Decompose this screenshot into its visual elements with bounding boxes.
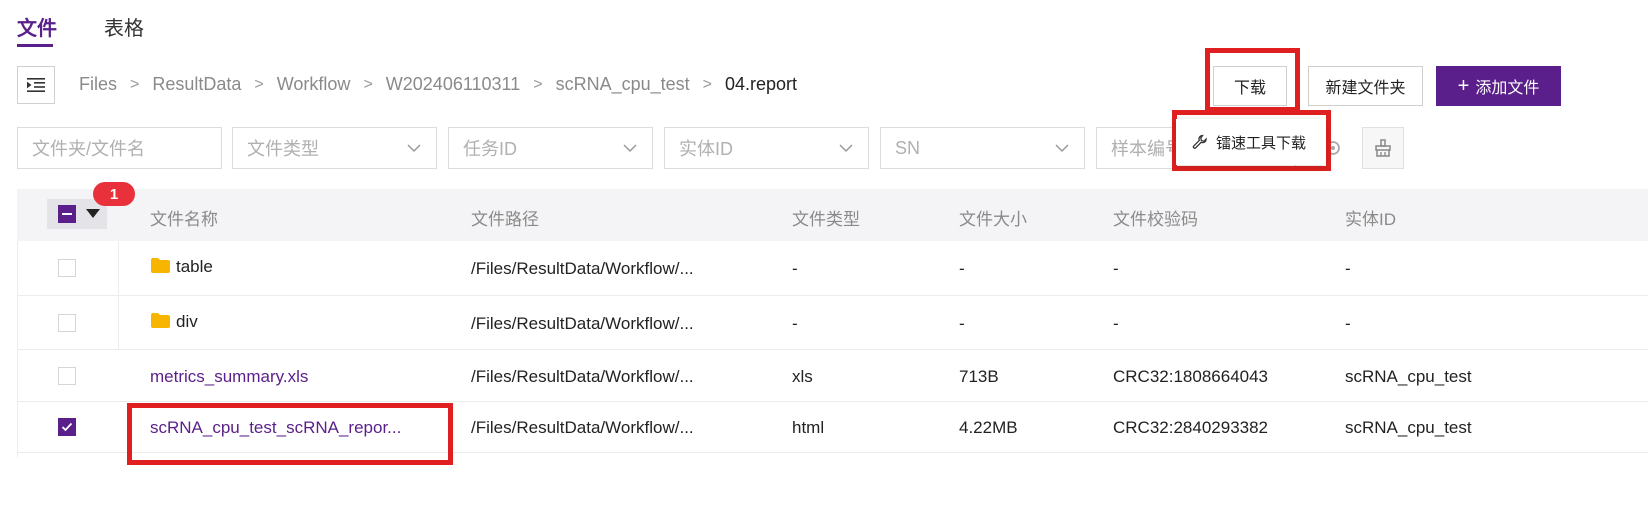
entity-id: -: [1345, 314, 1351, 333]
file-size: 4.22MB: [959, 418, 1018, 437]
breadcrumb-separator: >: [363, 75, 373, 93]
row-checkbox[interactable]: [58, 367, 76, 385]
file-type-placeholder: 文件类型: [247, 139, 319, 159]
file-type: -: [792, 314, 798, 333]
broom-icon: [1375, 139, 1391, 157]
row-divider: [17, 349, 1648, 350]
tab-tables[interactable]: 表格: [104, 12, 144, 41]
add-file-button[interactable]: + 添加文件: [1436, 66, 1561, 106]
select-all-checkbox[interactable]: [58, 205, 76, 223]
breadcrumb-item-project[interactable]: scRNA_cpu_test: [556, 74, 690, 95]
row-divider: [17, 295, 1648, 296]
entity-id-select[interactable]: 实体ID: [664, 127, 869, 169]
sidebar-toggle-button[interactable]: [17, 66, 55, 104]
breadcrumb-separator: >: [533, 75, 543, 93]
file-type: xls: [792, 367, 813, 386]
menu-item-fast-download[interactable]: 镭速工具下载: [1216, 132, 1306, 153]
add-file-label: 添加文件: [1475, 80, 1540, 97]
active-tab-indicator: [17, 44, 53, 47]
task-id-select[interactable]: 任务ID: [448, 127, 653, 169]
row-divider: [17, 452, 1648, 453]
row-checkbox[interactable]: [58, 259, 76, 277]
sn-select[interactable]: SN: [880, 127, 1085, 169]
chevron-down-icon: [407, 144, 421, 153]
name-filter-input[interactable]: 文件夹/文件名: [17, 127, 222, 169]
entity-id: scRNA_cpu_test: [1345, 367, 1472, 386]
column-header-checksum[interactable]: 文件校验码: [1113, 205, 1198, 230]
breadcrumb-item-current: 04.report: [724, 74, 798, 94]
new-folder-button[interactable]: 新建文件夹: [1308, 66, 1423, 106]
download-menu: 镭速工具下载: [1176, 119, 1326, 165]
row-checkbox[interactable]: [58, 314, 76, 332]
download-button[interactable]: 下载: [1213, 66, 1287, 106]
breadcrumb-separator: >: [130, 75, 140, 93]
breadcrumb-item-resultdata[interactable]: ResultData: [152, 74, 241, 95]
chevron-down-icon: [1055, 144, 1069, 153]
breadcrumb: Files > ResultData > Workflow > W2024061…: [79, 74, 797, 95]
indent-icon: [27, 78, 45, 92]
entity-id-placeholder: 实体ID: [679, 139, 733, 159]
file-checksum: -: [1113, 314, 1119, 333]
file-type: html: [792, 418, 825, 437]
file-type-select[interactable]: 文件类型: [232, 127, 437, 169]
file-path: /Files/ResultData/Workflow/...: [471, 314, 694, 333]
wrench-icon: [1192, 134, 1208, 150]
chevron-down-icon: [623, 144, 637, 153]
column-header-name[interactable]: 文件名称: [150, 205, 218, 230]
column-header-path[interactable]: 文件路径: [471, 205, 539, 230]
name-filter-placeholder: 文件夹/文件名: [32, 139, 146, 159]
column-header-entity-id[interactable]: 实体ID: [1345, 205, 1396, 230]
folder-icon: [151, 313, 170, 328]
file-size: -: [959, 259, 965, 278]
file-size: -: [959, 314, 965, 333]
file-path: /Files/ResultData/Workflow/...: [471, 367, 694, 386]
row-checkbox-checked[interactable]: [58, 418, 76, 436]
file-checksum: -: [1113, 259, 1119, 278]
check-icon: [61, 422, 73, 432]
breadcrumb-separator: >: [254, 75, 264, 93]
file-checksum: CRC32:2840293382: [1113, 418, 1269, 437]
file-path: /Files/ResultData/Workflow/...: [471, 259, 694, 278]
entity-id: scRNA_cpu_test: [1345, 418, 1472, 437]
entity-id: -: [1345, 259, 1351, 278]
sn-placeholder: SN: [895, 137, 921, 158]
chevron-down-icon: [839, 144, 853, 153]
file-name[interactable]: div: [176, 312, 198, 332]
file-path: /Files/ResultData/Workflow/...: [471, 418, 694, 437]
plus-icon: +: [1457, 75, 1470, 97]
file-name[interactable]: table: [176, 257, 213, 277]
folder-icon: [151, 258, 170, 273]
file-size: 713B: [959, 367, 999, 386]
breadcrumb-item-files[interactable]: Files: [79, 74, 117, 95]
selected-count-badge: 1: [93, 182, 135, 206]
column-header-size[interactable]: 文件大小: [959, 205, 1027, 230]
breadcrumb-item-workflow[interactable]: Workflow: [277, 74, 351, 95]
file-name-link[interactable]: metrics_summary.xls: [150, 367, 308, 387]
file-checksum: CRC32:1808664043: [1113, 367, 1269, 386]
file-name-link[interactable]: scRNA_cpu_test_scRNA_repor...: [150, 418, 401, 438]
caret-down-icon[interactable]: [86, 209, 100, 218]
breadcrumb-separator: >: [702, 75, 712, 93]
clear-filters-button[interactable]: [1362, 127, 1404, 169]
row-divider: [17, 401, 1648, 402]
tab-files[interactable]: 文件: [17, 12, 57, 41]
sample-id-placeholder: 样本编号: [1111, 139, 1183, 159]
breadcrumb-item-workflow-id[interactable]: W202406110311: [386, 74, 520, 95]
file-type: -: [792, 259, 798, 278]
column-header-type[interactable]: 文件类型: [792, 205, 860, 230]
task-id-placeholder: 任务ID: [463, 139, 517, 159]
